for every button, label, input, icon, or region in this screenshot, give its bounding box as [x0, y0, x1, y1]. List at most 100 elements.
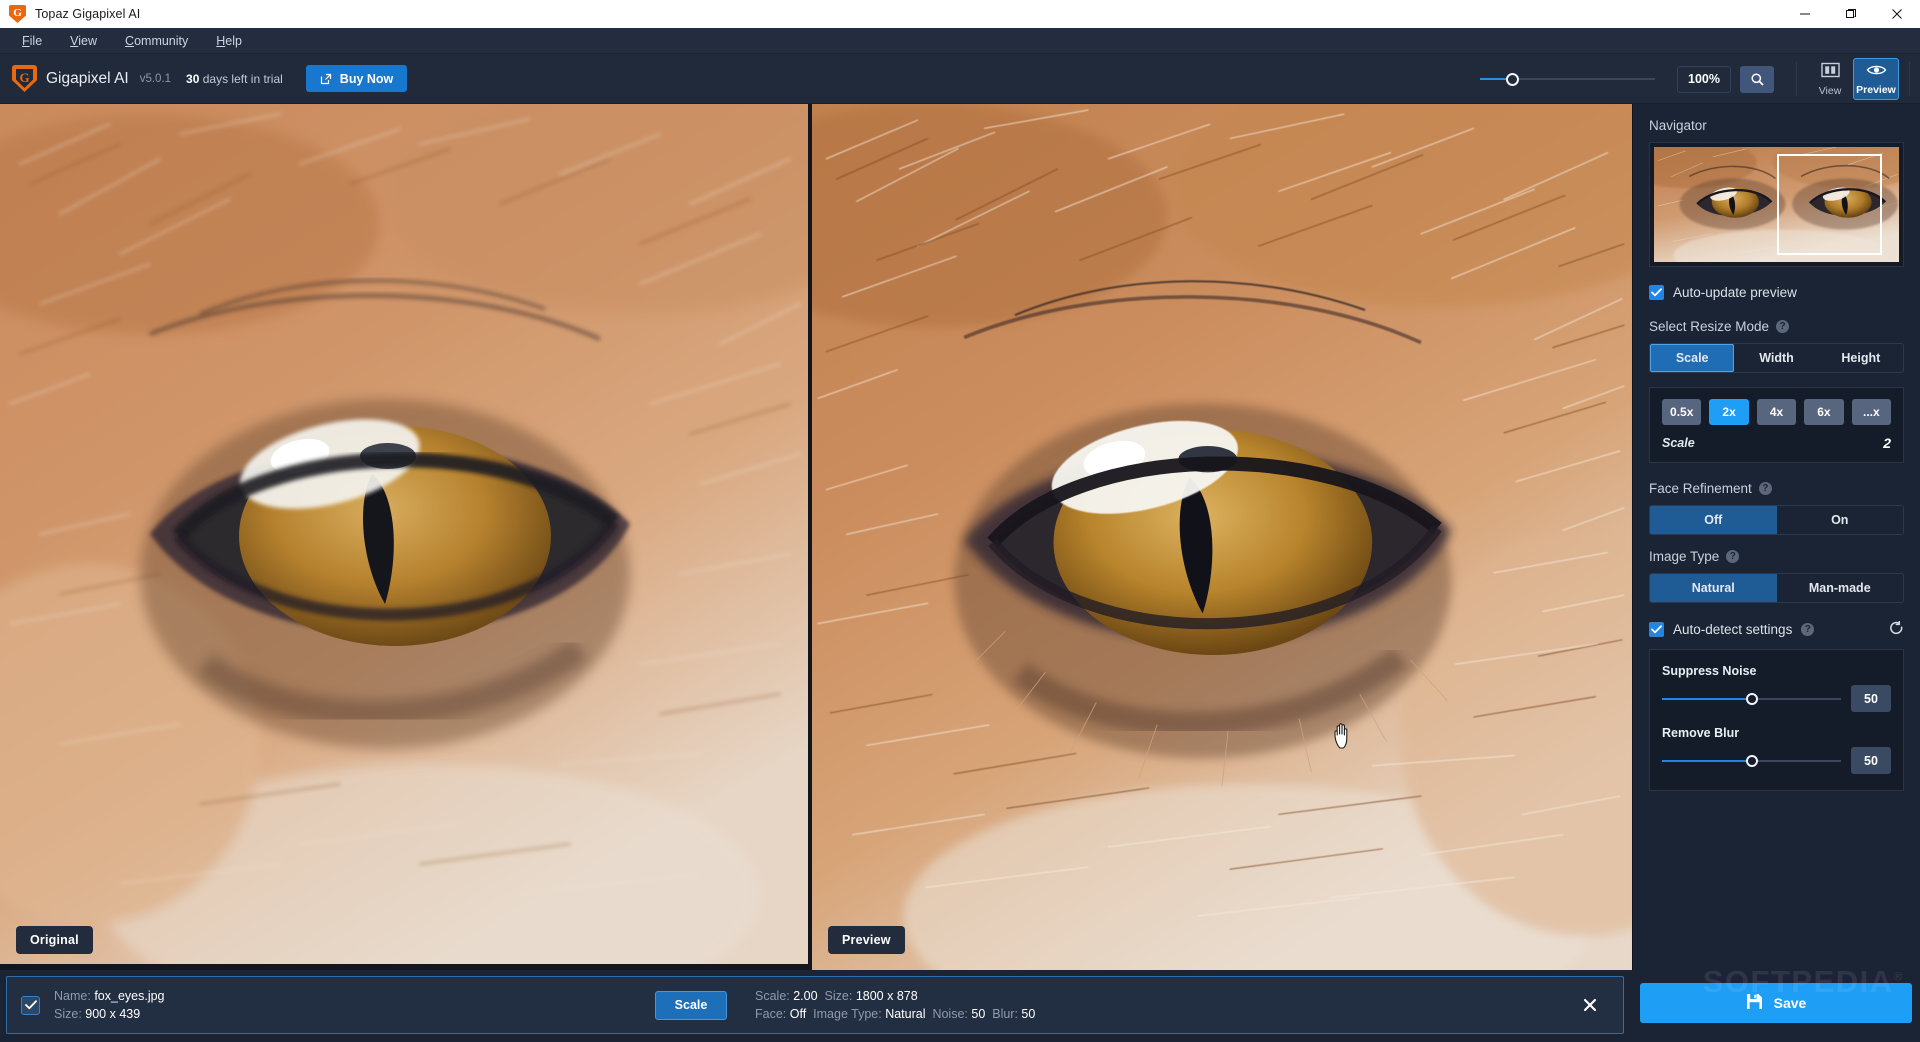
save-bar: SOFTPEDIA® Save: [1632, 970, 1920, 1042]
suppress-noise-value[interactable]: 50: [1851, 685, 1891, 712]
image-type-header: Image Type ?: [1649, 549, 1904, 564]
image-type-natural[interactable]: Natural: [1650, 574, 1777, 602]
output-size-value: 1800 x 878: [856, 989, 918, 1003]
output-scale-label: Scale:: [755, 989, 790, 1003]
save-button[interactable]: Save: [1640, 983, 1912, 1023]
auto-detect-label: Auto-detect settings: [1673, 622, 1792, 637]
trial-days: 30: [186, 72, 199, 86]
magnifier-icon[interactable]: [1740, 66, 1774, 93]
suppress-noise-label: Suppress Noise: [1662, 664, 1891, 678]
title-bar: G Topaz Gigapixel AI: [0, 0, 1920, 28]
maximize-button[interactable]: [1828, 0, 1874, 28]
eye-icon: [1866, 63, 1887, 82]
scale-value-row: Scale 2: [1662, 435, 1891, 451]
toolbar-right-group: 100% View Preview: [1480, 54, 1920, 104]
resize-mode-width[interactable]: Width: [1734, 344, 1818, 372]
output-meta: Scale: 2.00 Size: 1800 x 878 Face: Off I…: [755, 989, 1035, 1021]
scale-field-value[interactable]: 2: [1883, 435, 1891, 451]
suppress-noise-slider[interactable]: [1662, 691, 1841, 707]
menu-file[interactable]: File: [8, 30, 56, 52]
remove-blur-label: Remove Blur: [1662, 726, 1891, 740]
scale-chip-6x[interactable]: 6x: [1804, 399, 1843, 425]
brand-name: Gigapixel AI: [46, 70, 129, 88]
auto-update-preview-row[interactable]: Auto-update preview: [1649, 285, 1904, 300]
menu-help[interactable]: Help: [202, 30, 256, 52]
remove-blur-row: 50: [1662, 747, 1891, 774]
face-refinement-title: Face Refinement: [1649, 481, 1752, 496]
navigator-title: Navigator: [1649, 118, 1904, 133]
file-info: Name: fox_eyes.jpg Size: 900 x 439: [54, 989, 165, 1021]
gigapixel-shield-icon: G: [9, 5, 26, 23]
zoom-level-field[interactable]: 100%: [1677, 66, 1731, 93]
file-name-label: Name:: [54, 989, 91, 1003]
original-image-pane[interactable]: Original: [0, 104, 808, 970]
question-mark-icon-imagetype[interactable]: ?: [1726, 550, 1739, 563]
auto-update-preview-label: Auto-update preview: [1673, 285, 1797, 300]
output-face-value: Off: [790, 1007, 806, 1021]
face-refinement-on[interactable]: On: [1777, 506, 1904, 534]
navigator-viewport-rect[interactable]: [1777, 154, 1882, 255]
menu-community[interactable]: Community: [111, 30, 202, 52]
application-window: G Topaz Gigapixel AI File View Community…: [0, 0, 1920, 1042]
scale-panel: 0.5x 2x 4x 6x ...x Scale 2: [1649, 387, 1904, 463]
scale-chip-4x[interactable]: 4x: [1757, 399, 1796, 425]
file-name-value: fox_eyes.jpg: [94, 989, 164, 1003]
original-fox-image: [0, 104, 808, 964]
remove-blur-slider[interactable]: [1662, 753, 1841, 769]
preview-fox-image: [812, 104, 1632, 970]
file-size-line: Size: 900 x 439: [54, 1007, 165, 1021]
output-noise-label: Noise:: [932, 1007, 967, 1021]
scale-action-button[interactable]: Scale: [655, 991, 727, 1020]
suppress-noise-handle[interactable]: [1746, 693, 1758, 705]
image-type-title: Image Type: [1649, 549, 1719, 564]
app-toolbar: G Gigapixel AI v5.0.1 30 days left in tr…: [0, 54, 1920, 104]
brand-version: v5.0.1: [140, 73, 171, 85]
minimize-button[interactable]: [1782, 0, 1828, 28]
external-link-icon: [320, 73, 332, 85]
preview-mode-label: Preview: [1856, 84, 1896, 96]
file-size-label: Size:: [54, 1007, 82, 1021]
remove-blur-value[interactable]: 50: [1851, 747, 1891, 774]
settings-sidebar: Navigator: [1632, 104, 1920, 970]
trial-status: 30 days left in trial: [186, 72, 283, 86]
refresh-icon[interactable]: [1889, 621, 1904, 637]
resize-mode-scale[interactable]: Scale: [1650, 344, 1734, 372]
adjust-sliders-panel: Suppress Noise 50 Remove Blur: [1649, 649, 1904, 791]
file-select-checkbox[interactable]: [21, 996, 40, 1015]
zoom-slider[interactable]: [1480, 69, 1655, 89]
scale-chip-custom[interactable]: ...x: [1852, 399, 1891, 425]
resize-mode-height[interactable]: Height: [1819, 344, 1903, 372]
navigator-thumbnail: [1654, 147, 1899, 262]
question-mark-icon[interactable]: ?: [1776, 320, 1789, 333]
question-mark-icon-autodetect[interactable]: ?: [1801, 623, 1814, 636]
zoom-slider-handle[interactable]: [1506, 73, 1519, 86]
suppress-noise-row: 50: [1662, 685, 1891, 712]
window-controls: [1782, 0, 1920, 28]
resize-mode-segmented: Scale Width Height: [1649, 343, 1904, 373]
view-mode-button[interactable]: View: [1807, 58, 1853, 100]
face-refinement-off[interactable]: Off: [1650, 506, 1777, 534]
floppy-save-icon: [1746, 993, 1763, 1013]
scale-field-label: Scale: [1662, 436, 1695, 450]
preview-mode-button[interactable]: Preview: [1853, 58, 1899, 100]
close-icon[interactable]: [1579, 994, 1601, 1016]
close-button[interactable]: [1874, 0, 1920, 28]
output-settings-line: Face: Off Image Type: Natural Noise: 50 …: [755, 1007, 1035, 1021]
remove-blur-fill: [1662, 760, 1752, 762]
original-pane-label: Original: [16, 926, 93, 954]
remove-blur-handle[interactable]: [1746, 755, 1758, 767]
output-imagetype-label: Image Type:: [813, 1007, 882, 1021]
scale-chip-0-5x[interactable]: 0.5x: [1662, 399, 1701, 425]
brand-block: G Gigapixel AI v5.0.1 30 days left in tr…: [0, 65, 407, 92]
image-type-man-made[interactable]: Man-made: [1777, 574, 1904, 602]
output-size-label: Size:: [825, 989, 853, 1003]
navigator-panel[interactable]: [1649, 142, 1904, 267]
buy-now-button[interactable]: Buy Now: [306, 65, 407, 92]
question-mark-icon-face[interactable]: ?: [1759, 482, 1772, 495]
scale-chip-2x[interactable]: 2x: [1709, 399, 1748, 425]
preview-image-pane[interactable]: Preview: [812, 104, 1632, 970]
auto-update-preview-checkbox[interactable]: [1649, 285, 1664, 300]
menu-bar: File View Community Help: [0, 28, 1920, 54]
auto-detect-checkbox[interactable]: [1649, 622, 1664, 637]
menu-view[interactable]: View: [56, 30, 111, 52]
